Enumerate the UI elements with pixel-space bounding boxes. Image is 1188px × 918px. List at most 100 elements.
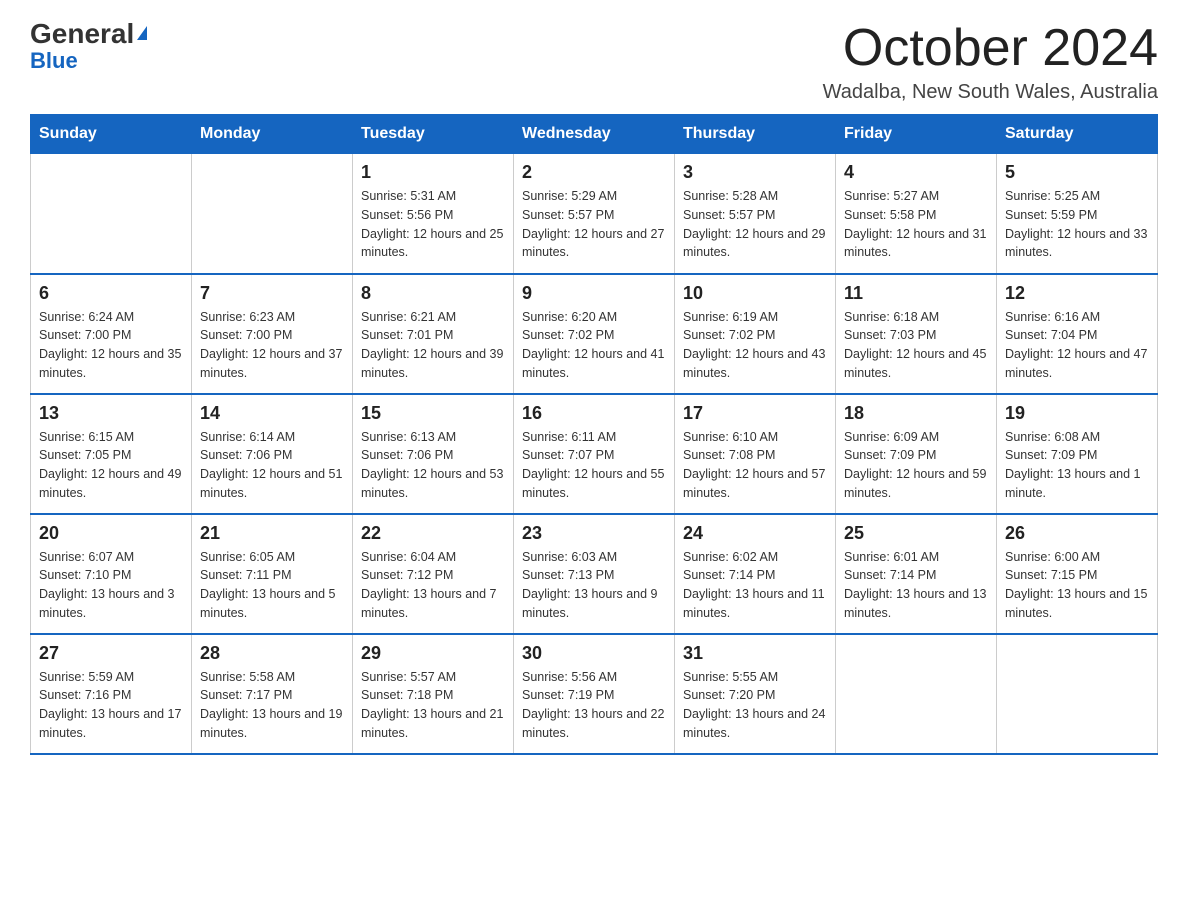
calendar-cell: 30 Sunrise: 5:56 AMSunset: 7:19 PMDayligh…	[514, 634, 675, 754]
calendar-cell: 10 Sunrise: 6:19 AMSunset: 7:02 PMDayligh…	[675, 274, 836, 394]
day-number: 26	[1005, 523, 1149, 544]
day-number: 30	[522, 643, 666, 664]
calendar-cell: 5Sunrise: 5:25 AMSunset: 5:59 PMDaylight…	[997, 154, 1158, 274]
calendar-cell	[997, 634, 1158, 754]
day-info: Sunrise: 5:56 AMSunset: 7:19 PMDaylight:…	[522, 668, 666, 743]
header-sunday: Sunday	[31, 115, 192, 154]
calendar-cell: 11Sunrise: 6:18 AMSunset: 7:03 PMDayligh…	[836, 274, 997, 394]
calendar-cell: 7 Sunrise: 6:23 AMSunset: 7:00 PMDaylight…	[192, 274, 353, 394]
calendar-cell: 31 Sunrise: 5:55 AMSunset: 7:20 PMDayligh…	[675, 634, 836, 754]
calendar-week-row: 13 Sunrise: 6:15 AMSunset: 7:05 PMDayligh…	[31, 394, 1158, 514]
day-info: Sunrise: 5:55 AMSunset: 7:20 PMDaylight:…	[683, 668, 827, 743]
day-number: 12	[1005, 283, 1149, 304]
calendar-cell: 24 Sunrise: 6:02 AMSunset: 7:14 PMDayligh…	[675, 514, 836, 634]
day-info: Sunrise: 6:02 AMSunset: 7:14 PMDaylight:…	[683, 548, 827, 623]
calendar-cell: 14Sunrise: 6:14 AMSunset: 7:06 PMDayligh…	[192, 394, 353, 514]
calendar-cell: 25 Sunrise: 6:01 AMSunset: 7:14 PMDayligh…	[836, 514, 997, 634]
day-info: Sunrise: 5:28 AMSunset: 5:57 PMDaylight:…	[683, 187, 827, 262]
day-number: 7	[200, 283, 344, 304]
day-info: Sunrise: 6:16 AMSunset: 7:04 PMDaylight:…	[1005, 308, 1149, 383]
day-number: 17	[683, 403, 827, 424]
day-number: 15	[361, 403, 505, 424]
calendar-week-row: 1 Sunrise: 5:31 AMSunset: 5:56 PMDaylight…	[31, 154, 1158, 274]
logo: General Blue	[30, 20, 147, 72]
calendar-cell: 9 Sunrise: 6:20 AMSunset: 7:02 PMDaylight…	[514, 274, 675, 394]
calendar-cell	[192, 154, 353, 274]
day-number: 8	[361, 283, 505, 304]
day-number: 3	[683, 162, 827, 183]
logo-general: General	[30, 20, 134, 48]
day-info: Sunrise: 5:27 AMSunset: 5:58 PMDaylight:…	[844, 187, 988, 262]
calendar-week-row: 20Sunrise: 6:07 AMSunset: 7:10 PMDayligh…	[31, 514, 1158, 634]
calendar-cell: 29 Sunrise: 5:57 AMSunset: 7:18 PMDayligh…	[353, 634, 514, 754]
calendar-cell: 12 Sunrise: 6:16 AMSunset: 7:04 PMDayligh…	[997, 274, 1158, 394]
day-number: 29	[361, 643, 505, 664]
logo-triangle-icon	[137, 26, 147, 40]
header-tuesday: Tuesday	[353, 115, 514, 154]
calendar-cell: 8Sunrise: 6:21 AMSunset: 7:01 PMDaylight…	[353, 274, 514, 394]
day-number: 13	[39, 403, 183, 424]
calendar-cell: 22Sunrise: 6:04 AMSunset: 7:12 PMDayligh…	[353, 514, 514, 634]
day-info: Sunrise: 6:19 AMSunset: 7:02 PMDaylight:…	[683, 308, 827, 383]
calendar-cell: 19 Sunrise: 6:08 AMSunset: 7:09 PMDayligh…	[997, 394, 1158, 514]
calendar-cell: 26Sunrise: 6:00 AMSunset: 7:15 PMDayligh…	[997, 514, 1158, 634]
day-number: 9	[522, 283, 666, 304]
calendar-cell	[31, 154, 192, 274]
day-info: Sunrise: 6:09 AMSunset: 7:09 PMDaylight:…	[844, 428, 988, 503]
day-number: 21	[200, 523, 344, 544]
logo-blue: Blue	[30, 50, 78, 72]
calendar-cell: 20Sunrise: 6:07 AMSunset: 7:10 PMDayligh…	[31, 514, 192, 634]
day-number: 18	[844, 403, 988, 424]
calendar-cell: 28Sunrise: 5:58 AMSunset: 7:17 PMDayligh…	[192, 634, 353, 754]
day-number: 25	[844, 523, 988, 544]
calendar-header-row: SundayMondayTuesdayWednesdayThursdayFrid…	[31, 115, 1158, 154]
header-friday: Friday	[836, 115, 997, 154]
day-number: 23	[522, 523, 666, 544]
day-number: 19	[1005, 403, 1149, 424]
day-number: 28	[200, 643, 344, 664]
day-number: 24	[683, 523, 827, 544]
calendar-cell: 23 Sunrise: 6:03 AMSunset: 7:13 PMDayligh…	[514, 514, 675, 634]
month-title: October 2024	[823, 20, 1158, 77]
day-info: Sunrise: 6:03 AMSunset: 7:13 PMDaylight:…	[522, 548, 666, 623]
day-number: 16	[522, 403, 666, 424]
header-monday: Monday	[192, 115, 353, 154]
day-number: 5	[1005, 162, 1149, 183]
calendar-cell: 2 Sunrise: 5:29 AMSunset: 5:57 PMDaylight…	[514, 154, 675, 274]
calendar-cell: 6Sunrise: 6:24 AMSunset: 7:00 PMDaylight…	[31, 274, 192, 394]
day-number: 20	[39, 523, 183, 544]
calendar-table: SundayMondayTuesdayWednesdayThursdayFrid…	[30, 114, 1158, 755]
day-number: 2	[522, 162, 666, 183]
calendar-cell	[836, 634, 997, 754]
day-info: Sunrise: 5:57 AMSunset: 7:18 PMDaylight:…	[361, 668, 505, 743]
day-number: 1	[361, 162, 505, 183]
day-info: Sunrise: 6:01 AMSunset: 7:14 PMDaylight:…	[844, 548, 988, 623]
calendar-cell: 16Sunrise: 6:11 AMSunset: 7:07 PMDayligh…	[514, 394, 675, 514]
header-saturday: Saturday	[997, 115, 1158, 154]
calendar-cell: 1 Sunrise: 5:31 AMSunset: 5:56 PMDaylight…	[353, 154, 514, 274]
header-thursday: Thursday	[675, 115, 836, 154]
calendar-cell: 3 Sunrise: 5:28 AMSunset: 5:57 PMDaylight…	[675, 154, 836, 274]
day-number: 10	[683, 283, 827, 304]
calendar-cell: 4 Sunrise: 5:27 AMSunset: 5:58 PMDaylight…	[836, 154, 997, 274]
location: Wadalba, New South Wales, Australia	[823, 81, 1158, 104]
day-number: 31	[683, 643, 827, 664]
day-number: 4	[844, 162, 988, 183]
day-info: Sunrise: 5:59 AMSunset: 7:16 PMDaylight:…	[39, 668, 183, 743]
title-block: October 2024 Wadalba, New South Wales, A…	[823, 20, 1158, 104]
day-info: Sunrise: 6:24 AMSunset: 7:00 PMDaylight:…	[39, 308, 183, 383]
header-wednesday: Wednesday	[514, 115, 675, 154]
day-info: Sunrise: 5:31 AMSunset: 5:56 PMDaylight:…	[361, 187, 505, 262]
calendar-cell: 17 Sunrise: 6:10 AMSunset: 7:08 PMDayligh…	[675, 394, 836, 514]
day-info: Sunrise: 6:08 AMSunset: 7:09 PMDaylight:…	[1005, 428, 1149, 503]
day-info: Sunrise: 6:23 AMSunset: 7:00 PMDaylight:…	[200, 308, 344, 383]
day-info: Sunrise: 6:20 AMSunset: 7:02 PMDaylight:…	[522, 308, 666, 383]
day-info: Sunrise: 6:10 AMSunset: 7:08 PMDaylight:…	[683, 428, 827, 503]
day-info: Sunrise: 6:18 AMSunset: 7:03 PMDaylight:…	[844, 308, 988, 383]
page-header: General Blue October 2024 Wadalba, New S…	[30, 20, 1158, 104]
day-number: 22	[361, 523, 505, 544]
calendar-cell: 27Sunrise: 5:59 AMSunset: 7:16 PMDayligh…	[31, 634, 192, 754]
day-info: Sunrise: 5:29 AMSunset: 5:57 PMDaylight:…	[522, 187, 666, 262]
day-info: Sunrise: 6:15 AMSunset: 7:05 PMDaylight:…	[39, 428, 183, 503]
day-info: Sunrise: 6:14 AMSunset: 7:06 PMDaylight:…	[200, 428, 344, 503]
